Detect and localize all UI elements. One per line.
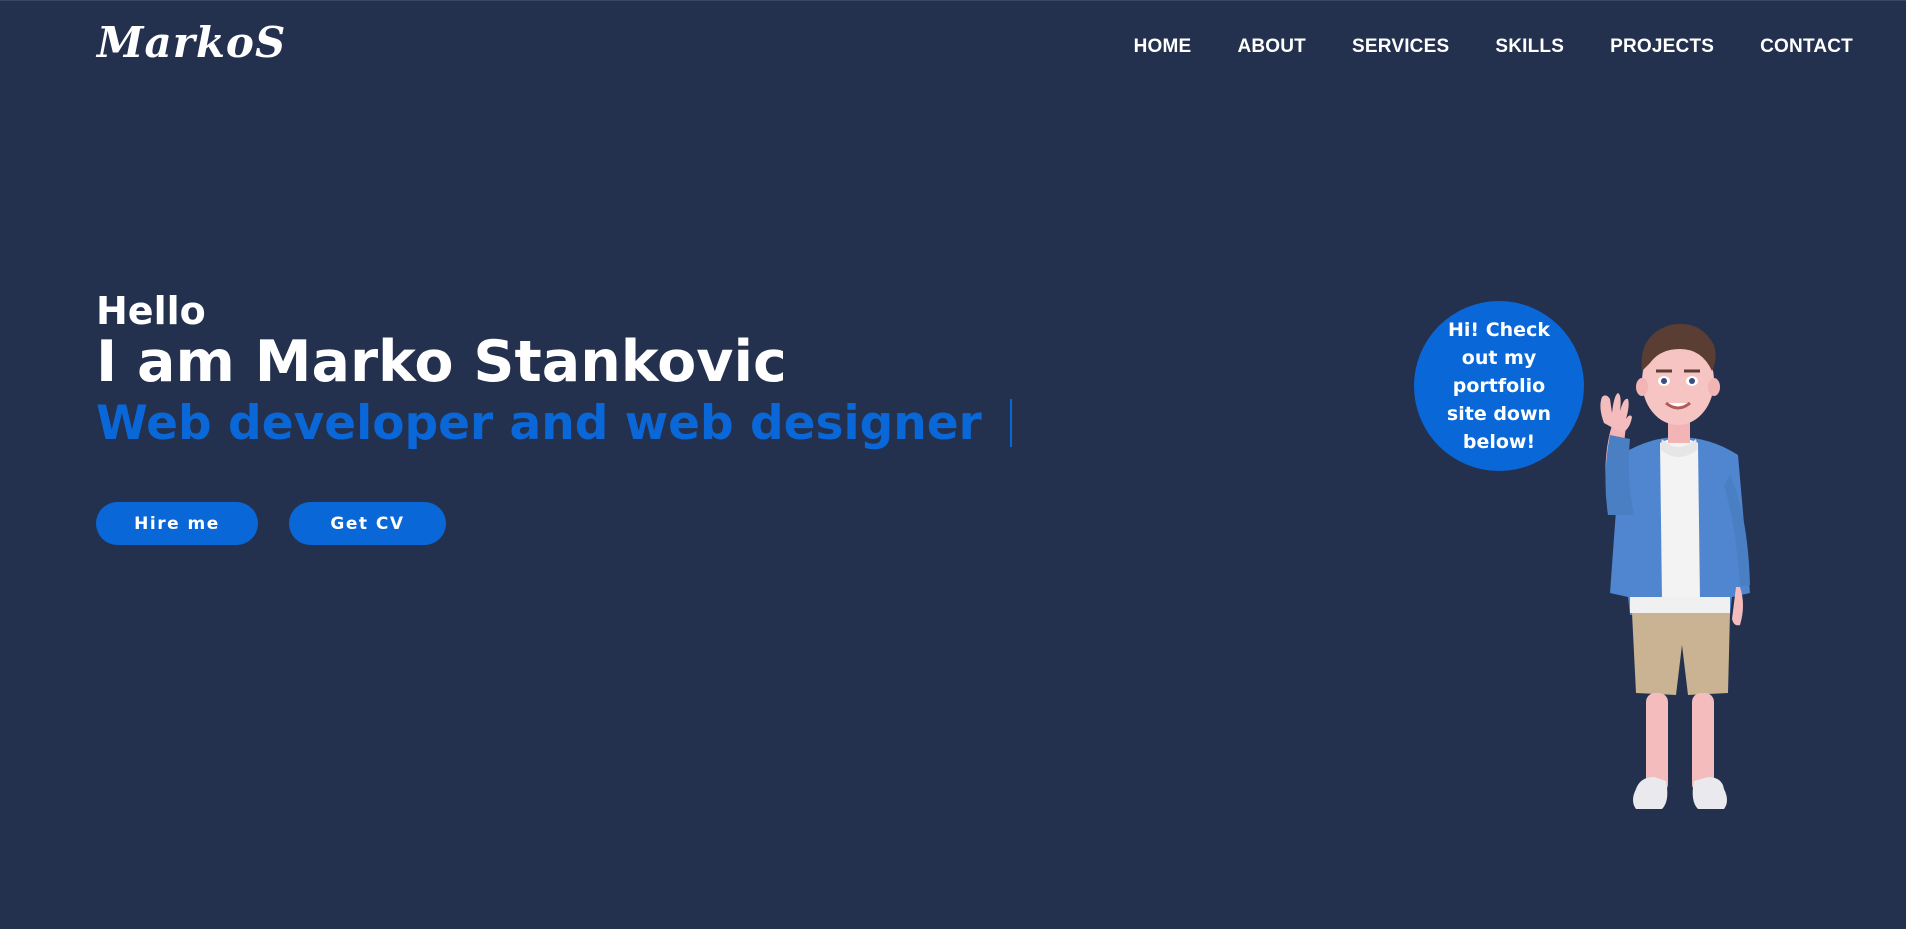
hero-role-line: Web developer and web designer [96,399,1012,447]
nav-contact[interactable]: CONTACT [1760,36,1853,58]
nav-about[interactable]: ABOUT [1237,36,1306,58]
hero-buttons: Hire me Get CV [96,502,446,545]
avatar-illustration [1600,323,1750,809]
site-logo[interactable]: MarkoS [97,22,286,64]
main-nav: HOME ABOUT SERVICES SKILLS PROJECTS CONT… [1134,36,1853,58]
hero-section: Hello I am Marko Stankovic Web developer… [96,292,1012,447]
get-cv-button[interactable]: Get CV [289,502,446,545]
hero-role: Web developer and web designer [96,395,982,451]
speech-bubble-text: Hi! Check out my portfolio site down bel… [1446,319,1552,453]
hire-me-button[interactable]: Hire me [96,502,258,545]
nav-projects[interactable]: PROJECTS [1610,36,1714,58]
hero-name: I am Marko Stankovic [96,329,787,395]
nav-services[interactable]: SERVICES [1352,36,1449,58]
typing-cursor [1009,399,1012,447]
nav-skills[interactable]: SKILLS [1495,36,1564,58]
top-border [0,0,1906,1]
hero-greeting: Hello [96,289,206,333]
nav-home[interactable]: HOME [1134,36,1192,58]
speech-bubble: Hi! Check out my portfolio site down bel… [1414,301,1584,471]
